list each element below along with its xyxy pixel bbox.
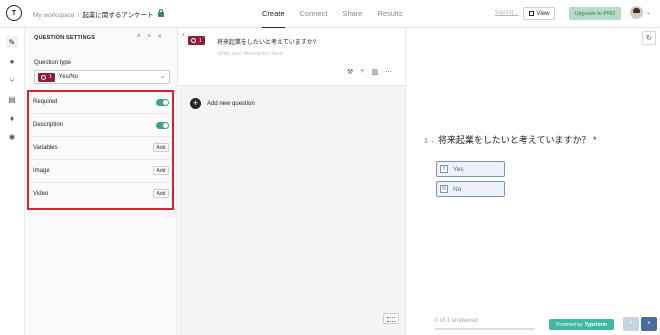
- required-marker: *: [182, 34, 185, 40]
- theme-drop-icon[interactable]: ●: [6, 55, 18, 67]
- add-video-button[interactable]: Add: [153, 189, 169, 198]
- upgrade-button[interactable]: Upgrade to PRO: [569, 7, 621, 20]
- video-label: Video: [33, 191, 49, 197]
- logic-branch-icon[interactable]: ⑂: [6, 74, 18, 86]
- arrow-right-icon: 1→: [424, 138, 435, 145]
- choice-key: Y: [440, 165, 448, 173]
- question-number: 1: [199, 37, 202, 44]
- main-nav: Create Connect Share Results: [262, 0, 417, 28]
- setting-row-variables: Variables Add: [33, 138, 171, 160]
- description-toggle[interactable]: [156, 122, 169, 129]
- powered-brand: Typeform: [584, 321, 607, 328]
- breadcrumb: My workspace / 起業に関するアンケート: [33, 9, 164, 19]
- variables-label: Variables: [33, 145, 58, 151]
- powered-by-badge[interactable]: Powered by Typeform: [549, 319, 614, 330]
- progress-bar: [435, 328, 535, 330]
- add-variables-button[interactable]: Add: [153, 143, 169, 152]
- top-bar: T My workspace / 起業に関するアンケート Create Connec…: [0, 0, 660, 28]
- question-type-select[interactable]: 1 Yes/No ⌄: [34, 70, 170, 84]
- breadcrumb-separator: /: [77, 12, 80, 19]
- add-question-label: Add new question: [207, 100, 255, 107]
- image-label: Image: [33, 168, 50, 174]
- choice-no[interactable]: N No: [436, 181, 505, 197]
- breadcrumb-form-name[interactable]: 起業に関するアンケート: [82, 12, 153, 19]
- logic-jump-icon[interactable]: ⑂: [360, 68, 364, 76]
- lock-icon: [157, 9, 164, 17]
- required-toggle[interactable]: [156, 99, 169, 106]
- settings-title: QUESTION SETTINGS: [34, 35, 96, 41]
- nav-up-button[interactable]: ˄: [623, 317, 639, 331]
- question-badge: 1: [188, 36, 205, 45]
- saving-status: Saving...: [495, 10, 519, 16]
- preview-question: 1→ 将来起業をしたいと考えていますか？ *: [424, 133, 597, 146]
- settings-controls: ˄ ˅ ×: [137, 34, 162, 40]
- tab-results[interactable]: Results: [377, 0, 402, 28]
- wrench-icon[interactable]: ⚒: [347, 68, 353, 76]
- plus-icon: +: [190, 98, 201, 109]
- chevron-down-icon[interactable]: ˅: [148, 34, 152, 40]
- description-label: Description: [33, 122, 64, 128]
- preview-required-mark: *: [592, 135, 597, 145]
- keyboard-icon[interactable]: [383, 313, 399, 324]
- nav-down-button[interactable]: ˅: [641, 317, 657, 331]
- question-type-badge: 1: [38, 72, 55, 82]
- question-type-label: Question type: [34, 60, 72, 66]
- trash-icon[interactable]: ▥: [371, 68, 378, 76]
- powered-prefix: Powered by: [556, 321, 583, 328]
- setting-row-video: Video Add: [33, 184, 171, 206]
- add-question-button[interactable]: + Add new question: [190, 98, 255, 109]
- setting-row-image: Image Add: [33, 161, 171, 183]
- clipboard-icon[interactable]: ▤: [6, 93, 18, 105]
- question-title[interactable]: 将来起業をしたいと考えていますか?: [217, 37, 316, 46]
- more-icon[interactable]: ⋯: [385, 68, 392, 76]
- question-number: 1: [49, 74, 52, 80]
- question-tools: ⚒ ⑂ ▥ ⋯: [347, 68, 392, 76]
- pencil-icon[interactable]: ✎: [6, 36, 18, 48]
- breadcrumb-workspace[interactable]: My workspace: [33, 12, 75, 19]
- typeform-logo[interactable]: T: [6, 5, 22, 21]
- close-icon[interactable]: ×: [158, 34, 162, 40]
- choice-key: N: [440, 185, 448, 193]
- tab-create[interactable]: Create: [262, 0, 285, 28]
- tab-share[interactable]: Share: [342, 0, 362, 28]
- question-list: * 1 将来起業をしたいと考えていますか? Write your descrip…: [179, 28, 405, 335]
- bell-icon[interactable]: ♦: [6, 112, 18, 124]
- choice-yes[interactable]: Y Yes: [436, 161, 505, 177]
- add-image-button[interactable]: Add: [153, 166, 169, 175]
- setting-row-required: Required: [33, 92, 171, 114]
- question-type-value: Yes/No: [58, 74, 78, 80]
- tool-rail: ✎ ● ⑂ ▤ ♦ ✱: [0, 28, 25, 335]
- chevron-up-icon[interactable]: ˄: [137, 34, 141, 40]
- description-input[interactable]: Write your description here: [217, 51, 283, 57]
- chevron-down-icon: ⌄: [159, 74, 165, 80]
- required-label: Required: [33, 99, 58, 105]
- preview-question-text: 将来起業をしたいと考えていますか？: [437, 135, 591, 145]
- refresh-icon[interactable]: ↻: [642, 31, 656, 45]
- avatar[interactable]: [630, 6, 643, 19]
- choice-label: No: [453, 185, 462, 193]
- toggle-icon: [191, 38, 196, 43]
- toggle-icon: [41, 74, 46, 80]
- choice-label: Yes: [453, 165, 464, 173]
- progress-text: 0 of 1 answered: [435, 318, 478, 324]
- view-button[interactable]: View: [523, 7, 555, 20]
- chevron-down-icon[interactable]: ⌄: [646, 9, 651, 16]
- logo-letter: T: [11, 9, 17, 17]
- setting-row-description: Description: [33, 115, 171, 137]
- external-link-icon: [528, 11, 534, 16]
- tab-connect[interactable]: Connect: [300, 0, 328, 28]
- question-card[interactable]: * 1 将来起業をしたいと考えていますか? Write your descrip…: [179, 28, 405, 86]
- gear-icon[interactable]: ✱: [6, 131, 18, 143]
- view-button-label: View: [536, 10, 550, 17]
